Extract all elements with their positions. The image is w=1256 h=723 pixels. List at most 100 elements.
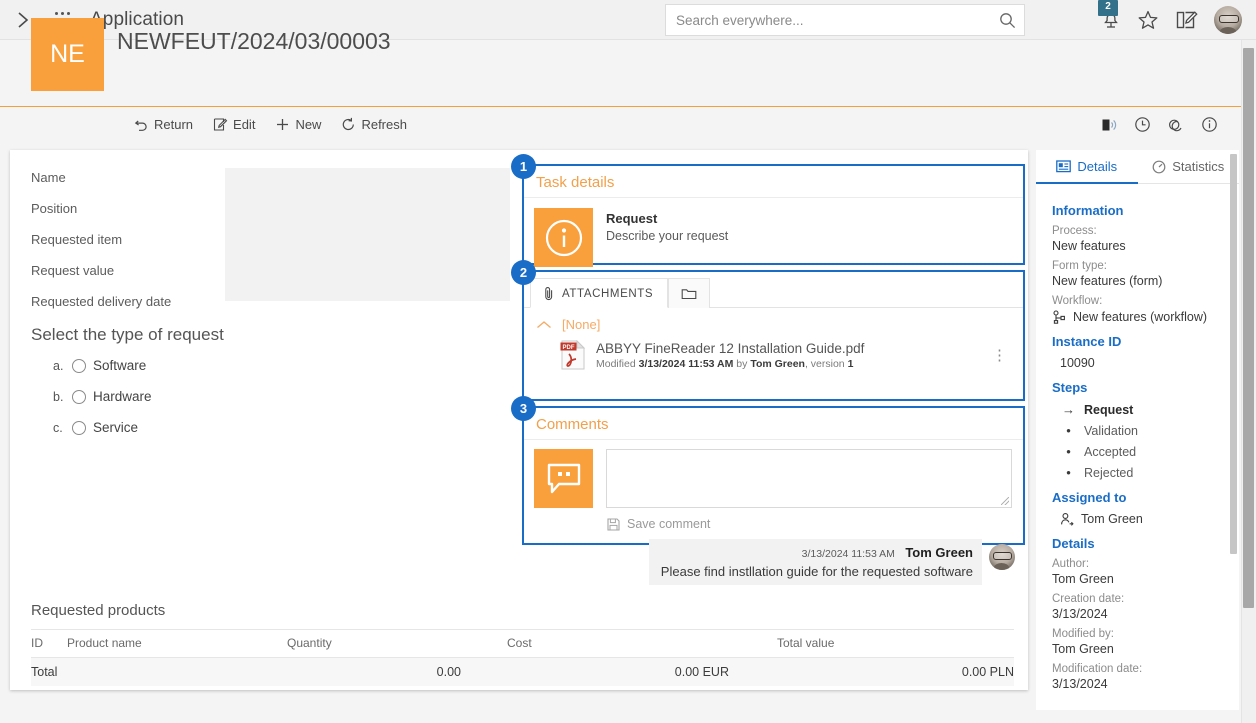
search-icon — [999, 12, 1015, 28]
assigned-to-row: Tom Green — [1060, 512, 1225, 526]
step-accepted-label: Accepted — [1084, 444, 1137, 459]
record-initials-tile: NE — [31, 18, 104, 91]
comment-date: 3/13/2024 11:53 AM — [801, 548, 895, 560]
comment-bubble-icon — [547, 463, 580, 493]
step-rejected: • Rejected — [1062, 465, 1225, 480]
search-button[interactable] — [990, 5, 1024, 35]
attachment-meta-author: Tom Green — [750, 357, 805, 370]
favorites-button[interactable] — [1137, 9, 1159, 31]
modified-by-label: Modified by: — [1052, 628, 1115, 640]
search-input[interactable] — [666, 12, 990, 28]
return-button[interactable]: Return — [131, 115, 196, 134]
step-validation-label: Validation — [1084, 423, 1138, 438]
option-letter-a: a. — [53, 358, 64, 373]
attachment-meta-prefix: Modified — [596, 357, 639, 370]
links-chain-icon — [1168, 119, 1182, 132]
step-dot-icon: • — [1066, 423, 1071, 438]
save-comment-button[interactable]: Save comment — [607, 517, 1023, 531]
form-canvas: Name Position Requested item Request val… — [10, 150, 1028, 690]
return-label: Return — [154, 117, 194, 132]
undo-arrow-icon — [134, 120, 147, 131]
action-buttons: Return Edit New Refresh — [131, 108, 410, 141]
step-rejected-label: Rejected — [1084, 465, 1134, 480]
notifications-button[interactable]: 2 — [1098, 0, 1121, 31]
table-body: Total 0.00 0.00 EUR 0.00 PLN — [31, 657, 1014, 686]
comment-author: Tom Green — [905, 545, 973, 560]
tab-details[interactable]: Details — [1036, 150, 1138, 184]
links-button[interactable] — [1167, 116, 1185, 133]
notifications-badge: 2 — [1098, 0, 1118, 16]
tab-statistics[interactable]: Statistics — [1138, 150, 1240, 184]
sidebar-content: Information Process: New features Form t… — [1036, 184, 1239, 691]
assigned-to-value: Tom Green — [1081, 512, 1143, 526]
col-product-name: Product name — [67, 629, 287, 658]
option-letter-b: b. — [53, 389, 64, 404]
user-avatar[interactable] — [1214, 6, 1242, 34]
save-comment-label: Save comment — [627, 517, 711, 531]
details-card-icon — [1056, 160, 1072, 173]
attachment-info: ABBYY FineReader 12 Installation Guide.p… — [596, 341, 986, 370]
option-letter-c: c. — [53, 420, 63, 435]
step-request-label: Request — [1084, 402, 1134, 417]
info-button[interactable] — [1201, 116, 1218, 133]
attachment-row[interactable]: PDF ABBYY FineReader 12 Installation Gui… — [524, 336, 1023, 374]
attachment-meta-date: 3/13/2024 11:53 AM — [638, 357, 734, 370]
edit-label: Edit — [233, 117, 256, 132]
attachment-menu-button[interactable]: ⋮ — [986, 348, 1013, 363]
application-window: Application 2 — [0, 0, 1256, 723]
new-button[interactable]: New — [272, 115, 324, 134]
col-cost: Cost — [507, 629, 777, 658]
read-aloud-button[interactable] — [1101, 117, 1118, 133]
step-arrow-icon: → — [1062, 402, 1075, 417]
comment-text: Please find instllation guide for the re… — [660, 564, 973, 579]
callout-3: 3 — [511, 396, 536, 421]
task-description: Describe your request — [606, 229, 729, 243]
radio-service[interactable] — [72, 420, 86, 435]
option-label-hardware: Hardware — [93, 389, 152, 404]
folder-icon — [681, 289, 697, 300]
attachment-group-none[interactable]: [None] — [524, 308, 1023, 336]
radio-option-service[interactable]: c. Service — [53, 420, 511, 435]
form-label-name: Name — [31, 170, 66, 185]
top-bar-icons: 2 — [1098, 0, 1242, 40]
notes-button[interactable] — [1175, 9, 1198, 31]
info-circle-icon — [545, 219, 582, 256]
creation-date-value: 3/13/2024 — [1052, 607, 1108, 621]
form-label-request-value: Request value — [31, 263, 115, 278]
history-clock-icon — [1135, 117, 1150, 132]
requested-products-title: Requested products — [31, 602, 166, 619]
save-disk-icon — [607, 517, 620, 531]
instance-id-value: 10090 — [1060, 356, 1095, 370]
radio-hardware[interactable] — [72, 389, 86, 404]
edit-button[interactable]: Edit — [210, 115, 258, 134]
radio-software[interactable] — [72, 358, 86, 373]
chevron-up-icon — [537, 320, 551, 328]
page-scrollbar-thumb[interactable] — [1243, 48, 1254, 608]
history-button[interactable] — [1134, 116, 1151, 133]
details-heading: Details — [1052, 536, 1095, 551]
radio-option-software[interactable]: a. Software — [53, 358, 511, 373]
tab-attachments[interactable]: ATTACHMENTS — [530, 278, 669, 308]
assigned-to-heading: Assigned to — [1052, 490, 1127, 505]
task-summary: Request Describe your request — [524, 198, 1023, 267]
step-request: → Request — [1062, 402, 1225, 417]
attachment-meta-version: 1 — [847, 357, 854, 370]
task-name: Request — [606, 211, 658, 226]
page-title: NEWFEUT/2024/03/00003 — [117, 28, 391, 54]
radio-option-hardware[interactable]: b. Hardware — [53, 389, 511, 404]
request-type-heading: Select the type of request — [31, 325, 224, 344]
attachment-meta-by: by — [733, 357, 751, 370]
col-total-value: Total value — [777, 629, 1014, 658]
process-label: Process: — [1052, 225, 1097, 237]
callout-1: 1 — [511, 154, 536, 179]
refresh-button[interactable]: Refresh — [338, 115, 410, 134]
total-label: Total — [31, 657, 287, 686]
option-label-software: Software — [93, 358, 147, 373]
attachments-panel: 2 ATTACHMENTS [None] PDF ABBYY FineReade… — [511, 260, 1025, 401]
request-form: Name Position Requested item Request val… — [31, 170, 511, 451]
tab-folder[interactable] — [668, 278, 711, 308]
comment-textarea[interactable] — [606, 449, 1012, 508]
attachment-name: ABBYY FineReader 12 Installation Guide.p… — [596, 340, 865, 356]
sidebar-scrollbar[interactable] — [1230, 154, 1237, 554]
step-dot-icon: • — [1066, 465, 1071, 480]
